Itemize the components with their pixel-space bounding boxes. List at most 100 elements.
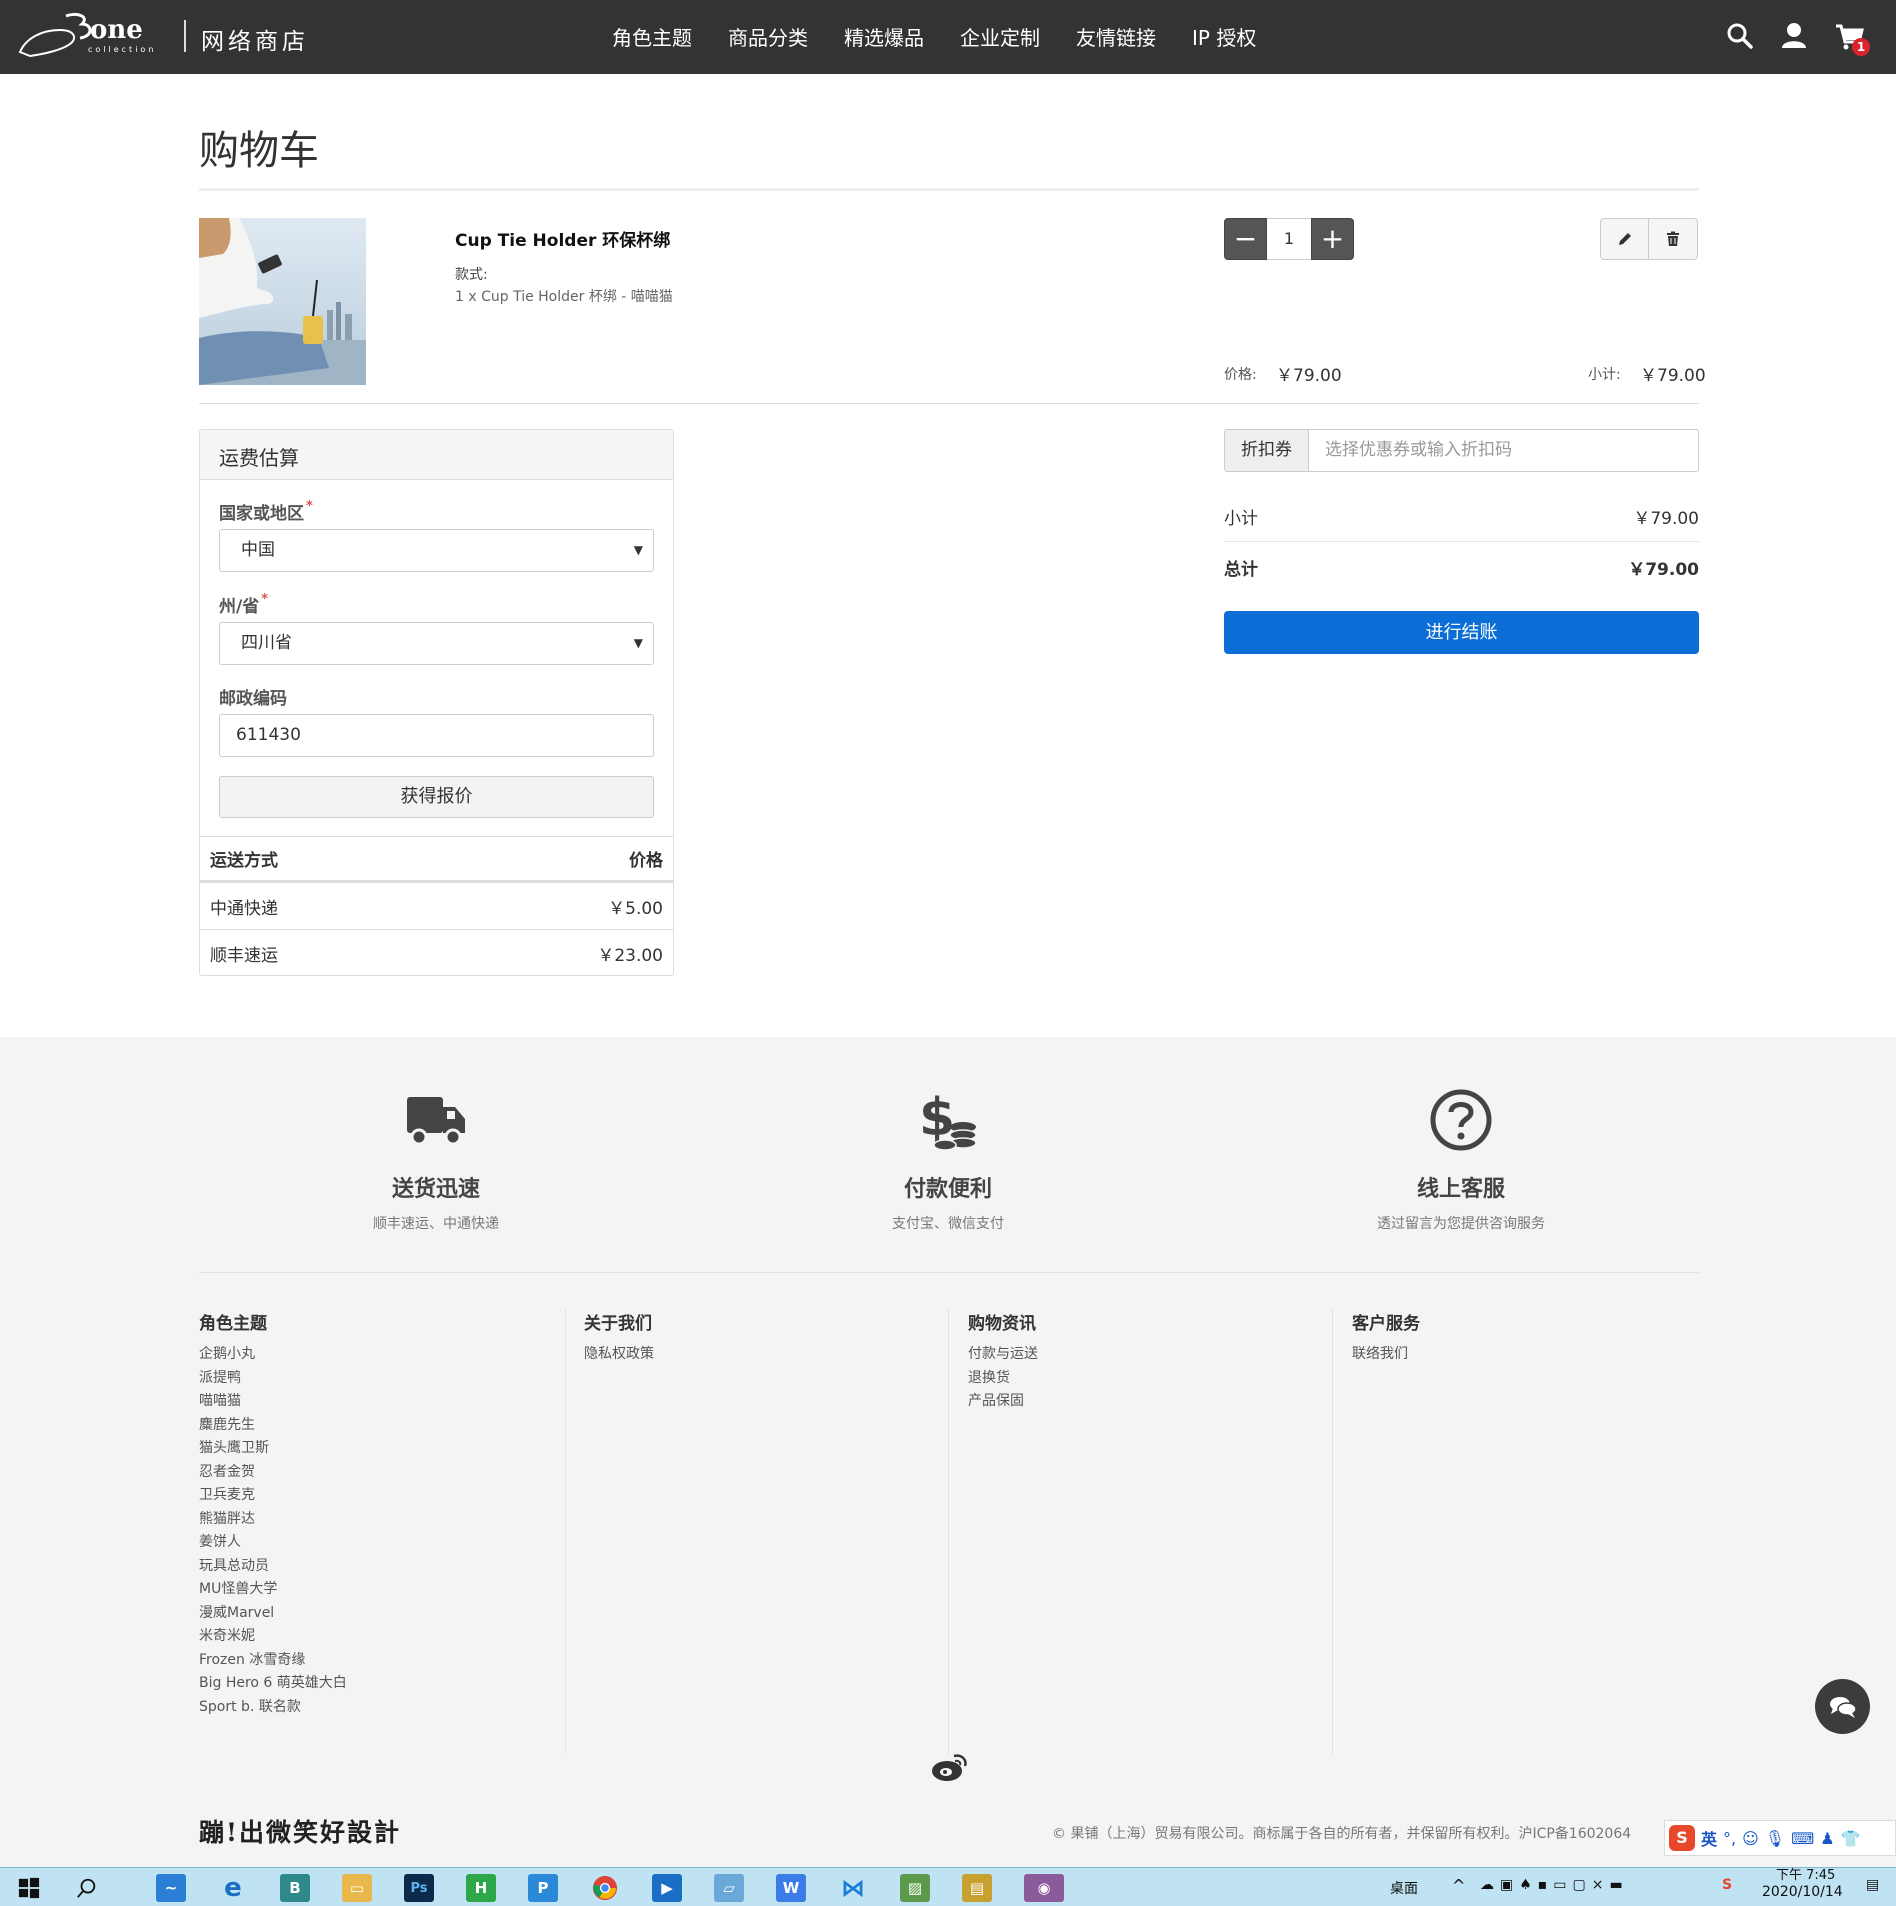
ime-toolbar: S 英 °, ☺ 🎙 ⌨ ♟ 👕 <box>1664 1820 1896 1856</box>
footer-link[interactable]: 喵喵猫 <box>199 1390 569 1414</box>
weibo-icon[interactable] <box>930 1752 968 1782</box>
footer-link[interactable]: Frozen 冰雪奇缘 <box>199 1649 569 1673</box>
skin-icon[interactable]: 👕 <box>1841 1829 1861 1848</box>
zip-input[interactable]: 611430 <box>219 714 654 757</box>
zip-label: 邮政编码 <box>219 689 287 709</box>
footer-link[interactable]: 米奇米妮 <box>199 1625 569 1649</box>
footer-column-title: 关于我们 <box>584 1314 652 1334</box>
shipping-method-name: 中通快递 <box>210 898 278 919</box>
footer-link[interactable]: 联络我们 <box>1352 1343 1702 1367</box>
feature-fast-delivery: 送货迅速 顺丰速运、中通快递 <box>226 1087 646 1233</box>
punctuation-icon[interactable]: °, <box>1723 1829 1736 1848</box>
notebook-app-icon[interactable]: B <box>280 1874 310 1902</box>
cart-icon[interactable]: 1 <box>1832 18 1870 56</box>
footer-link[interactable]: 隐私权政策 <box>584 1343 935 1367</box>
footer-link[interactable]: 企鹅小丸 <box>199 1343 569 1367</box>
feature-subtitle: 透过留言为您提供咨询服务 <box>1377 1216 1545 1232</box>
shipping-method-price: ￥23.00 <box>597 945 663 966</box>
edit-item-button[interactable] <box>1600 218 1649 260</box>
chat-button[interactable] <box>1815 1679 1870 1734</box>
feature-title: 送货迅速 <box>391 1177 480 1202</box>
coupon-label: 折扣券 <box>1225 430 1309 471</box>
emoji-icon[interactable]: ☺ <box>1742 1829 1759 1848</box>
feature-online-support: 线上客服 透过留言为您提供咨询服务 <box>1251 1087 1671 1233</box>
footer-link[interactable]: 玩具总动员 <box>199 1555 569 1579</box>
nav-item-enterprise[interactable]: 企业定制 <box>960 22 1040 51</box>
nav-item-ip-license[interactable]: IP 授权 <box>1192 22 1256 51</box>
footer-link[interactable]: 产品保固 <box>968 1390 1318 1414</box>
coupon-field: 折扣券 选择优惠券或输入折扣码 <box>1224 429 1699 472</box>
edge-browser-icon[interactable]: e <box>218 1873 248 1903</box>
decrease-quantity-button[interactable]: − <box>1224 218 1267 260</box>
wps-icon[interactable]: W <box>776 1874 806 1902</box>
chat-bubbles-icon <box>1829 1696 1857 1718</box>
table-row[interactable]: 中通快递 ￥5.00 <box>200 882 673 929</box>
footer-link[interactable]: 派提鸭 <box>199 1367 569 1391</box>
clock-time[interactable]: 下午 7:45 <box>1776 1864 1835 1883</box>
country-select[interactable]: 中国 ▼ <box>219 529 654 572</box>
windows-taskbar: ~ e B ▭ Ps H P ▶ ▱ W ⋈ ▨ ▤ ◉ 桌面 ^ ☁▣♠▪▭▢… <box>0 1867 1896 1906</box>
nav-item-featured[interactable]: 精选爆品 <box>844 22 924 51</box>
user-icon[interactable]: ♟ <box>1820 1829 1834 1848</box>
chrome-icon[interactable] <box>590 1874 620 1902</box>
hbuilder-icon[interactable]: H <box>466 1874 496 1902</box>
dropdown-caret-icon: ▼ <box>633 636 643 650</box>
state-select[interactable]: 四川省 ▼ <box>219 622 654 665</box>
image-viewer-icon[interactable]: ▨ <box>900 1874 930 1902</box>
footer-link[interactable]: 付款与运送 <box>968 1343 1318 1367</box>
tray-chevron-icon[interactable]: ^ <box>1452 1876 1465 1895</box>
task-view-app-icon[interactable]: ~ <box>156 1874 186 1902</box>
sogou-icon[interactable]: S <box>1669 1825 1695 1851</box>
file-explorer-icon[interactable]: ▭ <box>342 1874 372 1902</box>
footer-link[interactable]: 漫威Marvel <box>199 1602 569 1626</box>
vscode-icon[interactable]: ⋈ <box>838 1874 868 1902</box>
search-icon[interactable] <box>72 1874 102 1902</box>
nav-item-categories[interactable]: 商品分类 <box>728 22 808 51</box>
footer-link[interactable]: 猫头鹰卫斯 <box>199 1437 569 1461</box>
delete-item-button[interactable] <box>1649 218 1698 260</box>
footer-column-shopping-info: 购物资讯 付款与运送 退换货 产品保固 <box>948 1309 1318 1754</box>
method-column-header: 运送方式 <box>210 851 278 871</box>
product-image[interactable] <box>199 218 366 385</box>
footer-link[interactable]: 卫兵麦克 <box>199 1484 569 1508</box>
media-player-icon[interactable]: ▶ <box>652 1874 682 1902</box>
footer-link[interactable]: 麋鹿先生 <box>199 1414 569 1438</box>
keyboard-icon[interactable]: ⌨ <box>1791 1829 1814 1848</box>
footer-link[interactable]: 姜饼人 <box>199 1531 569 1555</box>
shipping-methods-table: 运送方式 价格 中通快递 ￥5.00 顺丰速运 ￥23.00 <box>200 836 673 976</box>
active-app-icon[interactable]: ◉ <box>1024 1874 1064 1902</box>
clock-date[interactable]: 2020/10/14 <box>1762 1884 1843 1900</box>
ime-mode[interactable]: 英 <box>1701 1826 1717 1850</box>
footer-link[interactable]: 忍者金贺 <box>199 1461 569 1485</box>
quantity-input[interactable]: 1 <box>1267 218 1311 260</box>
photoshop-icon[interactable]: Ps <box>404 1874 434 1902</box>
footer-link[interactable]: Big Hero 6 萌英雄大白 <box>199 1672 569 1696</box>
footer-link[interactable]: MU怪兽大学 <box>199 1578 569 1602</box>
desktop-toolbar-label[interactable]: 桌面 <box>1390 1878 1418 1898</box>
increase-quantity-button[interactable]: + <box>1311 218 1354 260</box>
footer-link[interactable]: Sport b. 联名款 <box>199 1696 569 1720</box>
get-quote-button[interactable]: 获得报价 <box>219 776 654 818</box>
shipping-method-name: 顺丰速运 <box>210 945 278 966</box>
p-app-icon[interactable]: P <box>528 1874 558 1902</box>
notification-icon[interactable]: ▤ <box>1866 1877 1879 1893</box>
footer-link[interactable]: 退换货 <box>968 1367 1318 1391</box>
nav-item-characters[interactable]: 角色主题 <box>612 22 692 51</box>
user-icon[interactable] <box>1776 18 1812 54</box>
sogou-tray-icon[interactable]: S <box>1722 1877 1732 1893</box>
logo-divider <box>184 20 186 52</box>
footer-link[interactable]: 熊猫胖达 <box>199 1508 569 1532</box>
notes-app-icon[interactable]: ▱ <box>714 1874 744 1902</box>
product-name[interactable]: Cup Tie Holder 环保杯绑 <box>455 226 670 251</box>
bone-logo[interactable]: one collection <box>16 8 170 64</box>
coupon-input[interactable]: 选择优惠券或输入折扣码 <box>1309 430 1698 471</box>
archive-app-icon[interactable]: ▤ <box>962 1874 992 1902</box>
microphone-icon[interactable]: 🎙 <box>1765 1829 1785 1848</box>
windows-start-icon[interactable] <box>14 1874 44 1902</box>
search-icon[interactable] <box>1722 18 1758 54</box>
trash-icon <box>1667 231 1679 246</box>
nav-item-links[interactable]: 友情链接 <box>1076 22 1156 51</box>
checkout-button[interactable]: 进行结账 <box>1224 611 1699 654</box>
system-tray-icons[interactable]: ☁▣♠▪▭▢×▬ <box>1480 1877 1629 1893</box>
table-row[interactable]: 顺丰速运 ￥23.00 <box>200 929 673 976</box>
